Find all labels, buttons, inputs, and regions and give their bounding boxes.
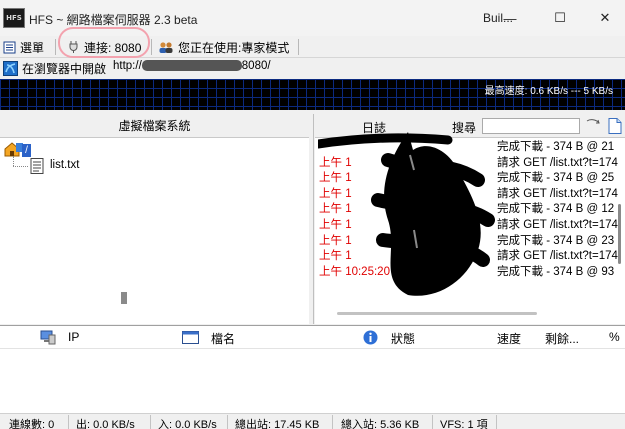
url-suffix: 8080/ bbox=[241, 60, 271, 72]
status-separator bbox=[150, 415, 151, 429]
search-label: 搜尋 bbox=[452, 121, 477, 135]
log-vertical-scrollbar[interactable] bbox=[618, 204, 621, 264]
computer-icon bbox=[40, 330, 56, 345]
url-redacted bbox=[141, 60, 242, 72]
search-arrow-icon[interactable] bbox=[585, 118, 601, 135]
log-time: 上午 1 bbox=[319, 219, 352, 231]
expert-mode-button[interactable]: 您正在使用:專家模式 bbox=[158, 36, 289, 58]
vfs-root-label: / bbox=[25, 145, 28, 156]
log-header: 日誌 搜尋 bbox=[315, 114, 625, 138]
status-separator bbox=[68, 415, 69, 429]
vfs-file-item[interactable]: list.txt bbox=[50, 159, 79, 171]
log-text: 完成下載 - 374 B @ 25 bbox=[497, 172, 615, 185]
column-filename[interactable]: 檔名 bbox=[211, 330, 235, 347]
url-prefix: http:// bbox=[113, 60, 142, 72]
log-line: 上午 1 請求 GET /list.txt?t=174 bbox=[319, 249, 618, 265]
vfs-header: 虛擬檔案系統 bbox=[0, 114, 309, 138]
connections-list[interactable] bbox=[0, 349, 625, 413]
window-icon bbox=[182, 331, 199, 344]
minimize-icon: — bbox=[503, 10, 517, 26]
status-separator bbox=[227, 415, 228, 429]
vfs-root-node[interactable]: / bbox=[22, 144, 31, 157]
document-icon[interactable] bbox=[608, 118, 622, 134]
status-total-in: 總入站: 5.36 KB bbox=[341, 419, 420, 429]
log-time: 上午 1 bbox=[319, 187, 352, 200]
connections-header: IP 檔名 狀態 速度 剩餘... % bbox=[0, 325, 625, 349]
log-text: 請求 GET /list.txt?t=174 bbox=[497, 250, 618, 263]
speed-graph: 最高速度: 0.6 KB/s --- 5 KB/s bbox=[0, 79, 625, 110]
log-text: 請求 GET /list.txt?t=174 bbox=[497, 219, 618, 231]
info-icon bbox=[363, 330, 378, 345]
status-separator bbox=[496, 415, 497, 429]
toolbar-separator bbox=[151, 39, 152, 55]
port-highlight-mark bbox=[58, 27, 150, 58]
log-text: 完成下載 - 374 B @ 23 bbox=[497, 234, 615, 247]
log-time: 上午 1 bbox=[319, 203, 352, 216]
column-remaining[interactable]: 剩餘... bbox=[545, 330, 579, 347]
status-total-out: 總出站: 17.45 KB bbox=[235, 419, 320, 429]
log-line: 上午 1 請求 GET /list.txt?t=174 bbox=[319, 156, 618, 172]
status-bar: 連線數: 0 出: 0.0 KB/s 入: 0.0 KB/s 總出站: 17.4… bbox=[0, 413, 625, 429]
url-display[interactable]: http:// 8080/ bbox=[113, 60, 373, 76]
log-text: 完成下載 - 374 B @ 12 bbox=[497, 203, 615, 216]
users-icon bbox=[159, 41, 173, 53]
log-time: 上午 1 bbox=[319, 156, 352, 169]
log-search-input[interactable] bbox=[482, 118, 580, 134]
column-percent[interactable]: % bbox=[609, 330, 620, 344]
maximize-button[interactable]: ☐ bbox=[537, 0, 583, 36]
status-separator bbox=[432, 415, 433, 429]
status-separator bbox=[332, 415, 333, 429]
window-title: HFS ~ 網路檔案伺服器 2.3 beta bbox=[29, 13, 198, 27]
column-speed[interactable]: 速度 bbox=[497, 330, 521, 347]
log-line: 上午 1 完成下載 - 374 B @ 12 bbox=[319, 202, 614, 218]
toolbar-separator bbox=[298, 39, 299, 55]
status-connections: 連線數: 0 bbox=[9, 419, 55, 429]
pane-splitter[interactable] bbox=[313, 114, 314, 324]
toolbar-separator bbox=[55, 39, 56, 55]
open-in-browser-button[interactable]: 在瀏覽器中開啟 bbox=[3, 57, 106, 79]
menu-icon bbox=[3, 41, 16, 53]
status-out-speed: 出: 0.0 KB/s bbox=[76, 419, 135, 429]
menu-label: 選單 bbox=[20, 40, 45, 55]
speed-graph-label: 最高速度: 0.6 KB/s --- 5 KB/s bbox=[484, 86, 613, 97]
tree-line bbox=[13, 156, 14, 166]
home-folder-icon bbox=[4, 142, 23, 157]
close-icon: ✕ bbox=[599, 10, 611, 25]
log-header-label: 日誌 bbox=[362, 121, 387, 135]
log-line: 上午 1 請求 GET /list.txt?t=174 bbox=[319, 187, 618, 203]
status-in-speed: 入: 0.0 KB/s bbox=[158, 419, 217, 429]
menu-button[interactable]: 選單 bbox=[3, 36, 44, 58]
minimize-button[interactable]: — bbox=[487, 0, 533, 36]
text-file-icon bbox=[30, 158, 44, 174]
log-text: 完成下載 - 374 B @ 21 bbox=[497, 141, 615, 153]
mode-label: 您正在使用:專家模式 bbox=[178, 40, 290, 55]
log-list[interactable]: 完成下載 - 374 B @ 21 上午 1 請求 GET /list.txt?t… bbox=[315, 138, 625, 324]
log-time: 上午 1 bbox=[319, 250, 352, 263]
log-time: 上午 1 bbox=[319, 234, 352, 247]
vfs-file-label: list.txt bbox=[50, 159, 80, 171]
column-ip[interactable]: IP bbox=[68, 330, 79, 344]
log-horizontal-scrollbar[interactable] bbox=[337, 312, 537, 315]
log-line: 上午 1 請求 GET /list.txt?t=174 bbox=[319, 218, 618, 234]
splitter-handle[interactable] bbox=[121, 292, 127, 304]
log-line: 上午 1 完成下載 - 374 B @ 23 bbox=[319, 234, 614, 250]
vfs-tree[interactable]: / list.txt bbox=[0, 138, 309, 324]
close-button[interactable]: ✕ bbox=[585, 0, 625, 36]
tree-line bbox=[13, 166, 28, 167]
hfs-logo-icon: HFS bbox=[3, 8, 25, 28]
vfs-header-label: 虛擬檔案系統 bbox=[118, 119, 191, 133]
maximize-icon: ☐ bbox=[554, 10, 566, 25]
log-text: 請求 GET /list.txt?t=174 bbox=[497, 187, 618, 200]
log-line: 上午 10:25:20 完成下載 - 374 B @ 93 bbox=[319, 265, 614, 281]
log-text: 完成下載 - 374 B @ 93 bbox=[497, 265, 615, 278]
open-in-browser-label: 在瀏覽器中開啟 bbox=[22, 61, 107, 76]
status-vfs-count: VFS: 1 項 bbox=[440, 419, 488, 429]
log-line: 上午 1 完成下載 - 374 B @ 25 bbox=[319, 171, 614, 187]
log-text: 請求 GET /list.txt?t=174 bbox=[497, 156, 618, 169]
column-status[interactable]: 狀態 bbox=[391, 330, 415, 347]
browser-icon bbox=[3, 60, 18, 76]
log-time: 上午 1 bbox=[319, 172, 352, 185]
log-time: 上午 10:25:20 bbox=[319, 265, 390, 278]
